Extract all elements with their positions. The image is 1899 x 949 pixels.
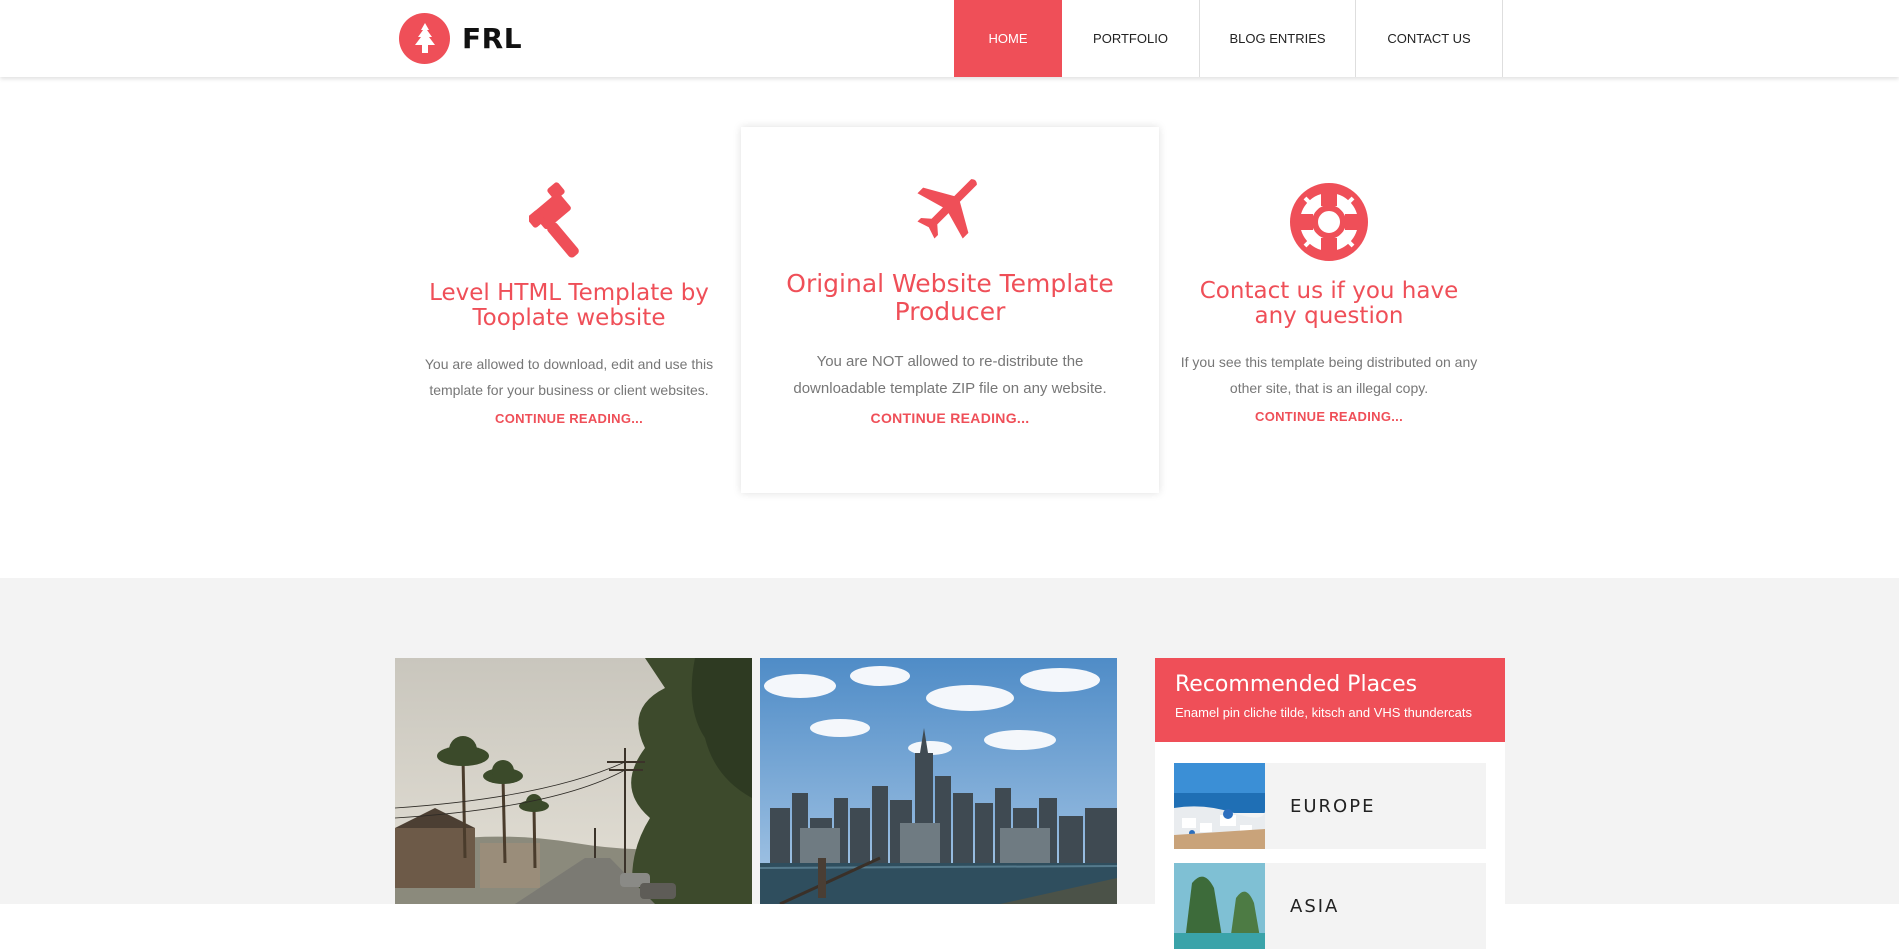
airplane-icon bbox=[917, 179, 977, 239]
feature-text: You are allowed to download, edit and us… bbox=[424, 356, 714, 398]
main-nav: HOME PORTFOLIO BLOG ENTRIES CONTACT US bbox=[954, 0, 1503, 77]
tree-icon bbox=[399, 13, 450, 64]
gallery-section: Recommended Places Enamel pin cliche til… bbox=[0, 578, 1899, 949]
palm-street-photo[interactable] bbox=[395, 658, 752, 904]
city-skyline-photo[interactable] bbox=[760, 658, 1117, 904]
place-name: EUROPE bbox=[1290, 795, 1376, 817]
nav-portfolio[interactable]: PORTFOLIO bbox=[1062, 0, 1200, 77]
recommended-subtitle: Enamel pin cliche tilde, kitsch and VHS … bbox=[1175, 705, 1472, 720]
feature-text: If you see this template being distribut… bbox=[1180, 354, 1478, 396]
gavel-icon bbox=[529, 182, 579, 258]
recommended-places-panel: Recommended Places Enamel pin cliche til… bbox=[1155, 658, 1505, 949]
nav-contact-us[interactable]: CONTACT US bbox=[1356, 0, 1503, 77]
continue-reading-link[interactable]: CONTINUE READING... bbox=[871, 410, 1030, 426]
nav-blog-entries[interactable]: BLOG ENTRIES bbox=[1200, 0, 1356, 77]
recommended-header: Recommended Places Enamel pin cliche til… bbox=[1155, 658, 1505, 742]
life-ring-icon bbox=[1290, 183, 1368, 261]
feature-card-highlighted: Original Website Template Producer You a… bbox=[741, 127, 1159, 493]
site-logo[interactable]: FRL bbox=[399, 12, 522, 65]
feature-title: Original Website Template Producer bbox=[786, 269, 1114, 326]
feature-card: Level HTML Template by Tooplate website … bbox=[418, 182, 720, 428]
place-item-europe[interactable]: EUROPE bbox=[1174, 763, 1486, 849]
brand-name: FRL bbox=[462, 22, 523, 55]
site-header: FRL HOME PORTFOLIO BLOG ENTRIES CONTACT … bbox=[0, 0, 1899, 77]
feature-text: You are NOT allowed to re-distribute the… bbox=[793, 353, 1107, 397]
feature-card: Contact us if you have any question If y… bbox=[1178, 182, 1480, 426]
place-name: ASIA bbox=[1290, 895, 1340, 917]
feature-title: Contact us if you have any question bbox=[1199, 278, 1459, 329]
europe-thumbnail bbox=[1174, 763, 1265, 849]
continue-reading-link[interactable]: CONTINUE READING... bbox=[1255, 409, 1403, 424]
asia-thumbnail bbox=[1174, 863, 1265, 949]
recommended-title: Recommended Places bbox=[1175, 672, 1418, 697]
continue-reading-link[interactable]: CONTINUE READING... bbox=[495, 411, 643, 426]
features-section: Level HTML Template by Tooplate website … bbox=[0, 77, 1899, 578]
feature-title: Level HTML Template by Tooplate website bbox=[429, 280, 709, 331]
place-item-asia[interactable]: ASIA bbox=[1174, 863, 1486, 949]
nav-home[interactable]: HOME bbox=[954, 0, 1062, 77]
